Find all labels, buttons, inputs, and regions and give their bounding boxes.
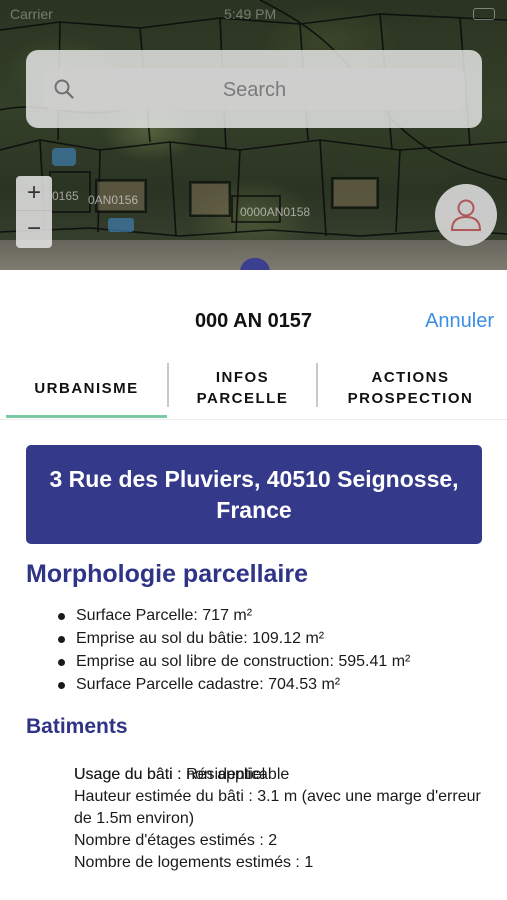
list-item: Emprise au sol libre de construction: 59… xyxy=(56,650,410,673)
tab-label: URBANISME xyxy=(34,379,139,397)
batiment-next-usage: Usage du bâti : non applicable xyxy=(74,766,290,783)
zoom-control: + − xyxy=(16,176,52,248)
user-location-button[interactable] xyxy=(435,184,497,246)
parcel-detail-sheet: 000 AN 0157 Annuler URBANISME INFOS PARC… xyxy=(0,270,507,900)
address-banner: 3 Rue des Pluviers, 40510 Seignosse, Fra… xyxy=(26,445,482,544)
batiment-logements: Nombre de logements estimés : 1 xyxy=(74,854,314,871)
search-placeholder: Search xyxy=(222,79,287,101)
batiment-etages: Nombre d'étages estimés : 2 xyxy=(74,832,278,849)
clock: 5:49 PM xyxy=(224,6,277,22)
zoom-out-button[interactable]: − xyxy=(16,212,52,247)
parcel-label: 0AN0156 xyxy=(88,193,138,207)
satellite-map[interactable]: 0165 0AN0156 0000AN0158 Carrier 5:49 PM … xyxy=(0,0,507,270)
tab-label: ACTIONS xyxy=(371,369,450,386)
tab-actions-prospection[interactable]: ACTIONS PROSPECTION xyxy=(318,358,503,418)
tab-label: INFOS xyxy=(215,369,270,386)
zoom-in-button[interactable]: + xyxy=(16,176,52,211)
active-tab-indicator xyxy=(6,415,167,418)
tab-urbanisme[interactable]: URBANISME xyxy=(6,358,167,418)
list-item: Emprise au sol du bâtie: 109.12 m² xyxy=(56,627,410,650)
parcel-label: 0000AN0158 xyxy=(240,205,310,219)
batiments-heading: Batiments xyxy=(26,715,128,738)
tab-infos-parcelle[interactable]: INFOS PARCELLE xyxy=(169,358,316,418)
morphology-heading: Morphologie parcellaire xyxy=(26,560,309,588)
search-input[interactable]: Search xyxy=(44,68,465,110)
battery-icon xyxy=(473,8,495,20)
status-bar: Carrier 5:49 PM xyxy=(0,4,507,26)
cadastre-parcel-lines: 0165 0AN0156 0000AN0158 xyxy=(0,0,507,237)
parcel-label: 0165 xyxy=(52,189,79,203)
tab-label: PROSPECTION xyxy=(347,390,474,407)
batiment-hauteur: Hauteur estimée du bâti : 3.1 m (avec un… xyxy=(74,788,481,827)
carrier-label: Carrier xyxy=(10,6,53,22)
tab-label: PARCELLE xyxy=(196,390,289,407)
search-panel: Search xyxy=(26,50,482,128)
user-icon xyxy=(450,199,482,231)
morphology-list: Surface Parcelle: 717 m² Emprise au sol … xyxy=(56,604,410,696)
list-item: Surface Parcelle: 717 m² xyxy=(56,604,410,627)
list-item: Surface Parcelle cadastre: 704.53 m² xyxy=(56,673,410,696)
cancel-button[interactable]: Annuler xyxy=(425,310,494,333)
tab-bar: URBANISME INFOS PARCELLE ACTIONS PROSPEC… xyxy=(0,358,507,420)
